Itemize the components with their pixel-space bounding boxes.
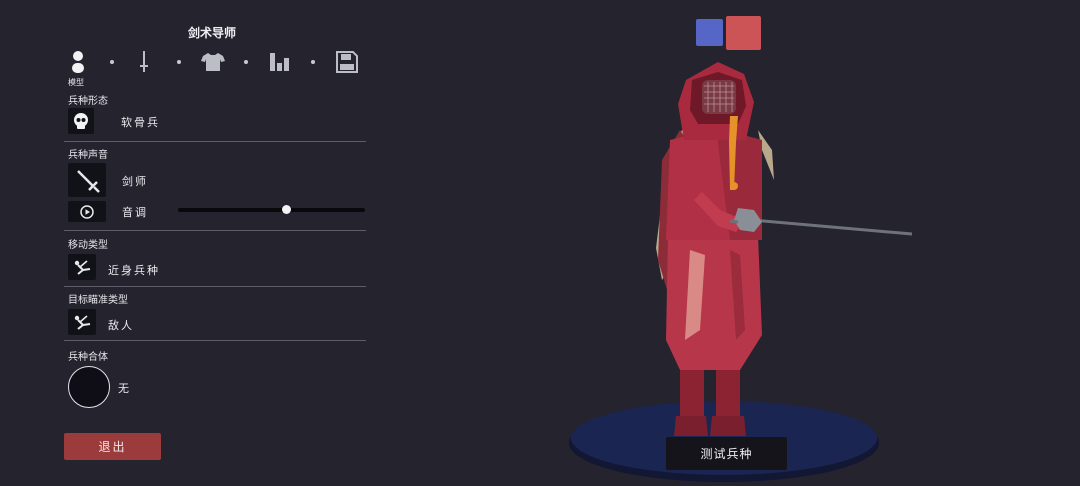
- pitch-slider-handle[interactable]: [281, 205, 291, 214]
- unit-combine-slot[interactable]: [68, 366, 110, 408]
- movement-type-label: 移动类型: [68, 240, 108, 251]
- pitch-play-button[interactable]: [68, 201, 106, 222]
- movement-type-value: 近身兵种: [108, 264, 160, 277]
- unit-combine-value: 无: [118, 382, 131, 395]
- unit-voice-label: 兵种声音: [68, 150, 108, 161]
- pitch-label: 音调: [122, 206, 148, 219]
- divider: [64, 230, 366, 231]
- step-separator-dot: [244, 60, 248, 64]
- editor-step-bar: [62, 48, 362, 76]
- shirt-icon: [201, 53, 225, 71]
- step-model-label: 模型: [68, 78, 84, 87]
- exit-button[interactable]: 退出: [64, 433, 161, 460]
- targeting-type-value: 敌人: [108, 319, 134, 332]
- step-save[interactable]: [334, 48, 360, 76]
- unit-form-button[interactable]: [68, 108, 94, 134]
- pitch-slider[interactable]: [178, 205, 365, 214]
- step-weapon[interactable]: [134, 48, 154, 76]
- step-separator-dot: [110, 60, 114, 64]
- unit-form-label: 兵种形态: [68, 96, 108, 107]
- test-unit-button[interactable]: 测试兵种: [666, 437, 787, 470]
- melee-icon: [74, 315, 91, 330]
- step-separator-dot: [177, 60, 181, 64]
- targeting-type-button[interactable]: [68, 309, 96, 335]
- sword-icon: [77, 170, 100, 193]
- play-icon: [80, 204, 94, 219]
- unit-preview: [569, 62, 913, 482]
- unit-voice-value: 剑师: [122, 175, 148, 188]
- unit-combine-label: 兵种合体: [68, 352, 108, 363]
- step-model[interactable]: [66, 48, 90, 76]
- step-clothing[interactable]: [199, 48, 227, 76]
- person-icon: [72, 51, 84, 73]
- bar-chart-icon: [270, 53, 289, 71]
- unit-name-title: 剑术导师: [187, 26, 236, 40]
- unit-editor-panel: 剑术导师 模型 兵种形态 软骨兵 兵种声音 剑师 音调 移动类型 近身兵种 目标…: [0, 0, 380, 486]
- step-separator-dot: [311, 60, 315, 64]
- movement-type-button[interactable]: [68, 254, 96, 280]
- divider: [64, 340, 366, 341]
- skull-icon: [74, 113, 88, 129]
- save-icon: [336, 51, 358, 73]
- sword-icon: [140, 51, 148, 72]
- melee-icon: [74, 260, 91, 275]
- targeting-type-label: 目标瞄准类型: [68, 295, 128, 306]
- step-stats[interactable]: [267, 48, 293, 76]
- unit-form-value: 软骨兵: [121, 116, 160, 129]
- divider: [64, 286, 366, 287]
- divider: [64, 141, 366, 142]
- unit-voice-button[interactable]: [68, 163, 106, 197]
